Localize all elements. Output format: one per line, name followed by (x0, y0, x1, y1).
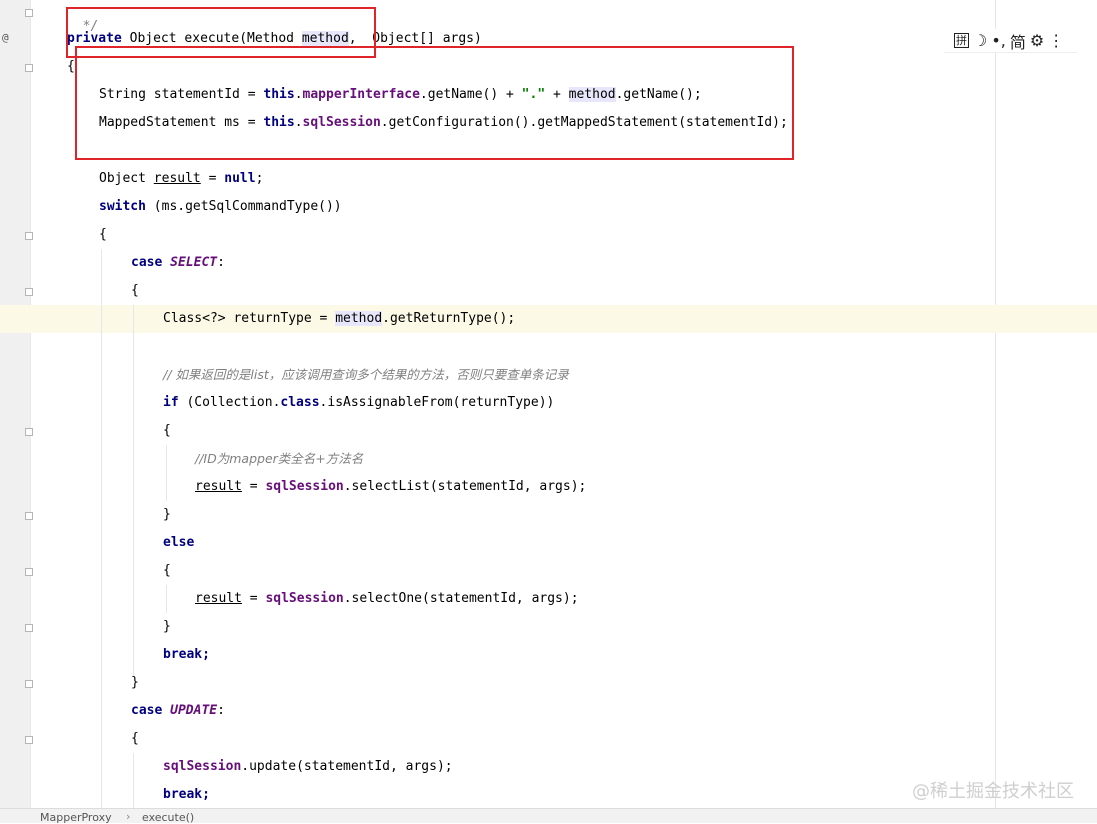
fold-marker-icon[interactable] (25, 232, 33, 240)
comment-line[interactable]: // 如果返回的是list，应该调用查询多个结果的方法，否则只要查单条记录 (163, 367, 569, 383)
field-sql-session: sqlSession (265, 591, 344, 606)
code-text: = (241, 591, 266, 606)
brace: { (131, 731, 139, 746)
fold-marker-icon[interactable] (25, 9, 33, 17)
keyword-case: case (131, 703, 163, 718)
break-line[interactable]: break; (163, 647, 210, 663)
select-one-line[interactable]: result = sqlSession.selectOne(statementI… (195, 591, 579, 607)
if-line[interactable]: if (Collection.class.isAssignableFrom(re… (163, 395, 554, 411)
keyword-class: class (280, 395, 320, 410)
fold-marker-icon[interactable] (25, 568, 33, 576)
code-text: = (200, 171, 225, 186)
keyword-case: case (131, 255, 163, 270)
indent-guide (101, 249, 102, 809)
code-line[interactable]: } (131, 675, 139, 691)
annotation-marker[interactable]: @ (2, 31, 9, 44)
fold-marker-icon[interactable] (25, 736, 33, 744)
fold-marker-icon[interactable] (25, 680, 33, 688)
return-type-line[interactable]: Class<?> returnType = method.getReturnTy… (163, 311, 515, 327)
keyword-else: else (163, 535, 195, 550)
brace: { (99, 227, 107, 242)
indent-guide (166, 445, 167, 501)
code-text: Object (99, 171, 154, 186)
code-text: .getReturnType(); (382, 311, 516, 326)
moon-icon[interactable]: ☽ (973, 31, 987, 50)
code-line[interactable]: { (163, 423, 171, 439)
field-sql-session: sqlSession (163, 759, 242, 774)
break-line[interactable]: break; (163, 787, 210, 803)
chevron-right-icon: › (126, 810, 131, 823)
code-text: Class<?> returnType = (163, 311, 336, 326)
brace: } (131, 675, 139, 690)
code-comment: //ID为mapper类全名+方法名 (195, 451, 364, 466)
code-line[interactable]: { (99, 227, 107, 243)
code-text: ; (255, 171, 264, 186)
fold-marker-icon[interactable] (25, 64, 33, 72)
code-line[interactable]: { (131, 731, 139, 747)
keyword-break: break; (163, 787, 210, 802)
gear-icon[interactable]: ⚙ (1030, 31, 1044, 50)
code-text: : (217, 703, 225, 718)
code-comment: // 如果返回的是list，应该调用查询多个结果的方法，否则只要查单条记录 (163, 367, 569, 382)
fold-marker-icon[interactable] (25, 428, 33, 436)
indent-guide (133, 305, 134, 677)
case-select-line[interactable]: case SELECT: (131, 255, 225, 271)
fold-marker-icon[interactable] (25, 288, 33, 296)
else-line[interactable]: else (163, 535, 194, 551)
code-line[interactable]: { (67, 59, 75, 75)
brace: { (163, 563, 171, 578)
enum-select: SELECT (170, 255, 218, 270)
breadcrumb-class[interactable]: MapperProxy (40, 811, 112, 824)
code-text: (ms.getSqlCommandType()) (145, 199, 342, 214)
breadcrumb-method[interactable]: execute() (142, 811, 194, 824)
code-text: : (217, 255, 225, 270)
punctuation-icon[interactable]: •, (991, 31, 1006, 50)
param-method: method (335, 311, 383, 326)
code-line[interactable]: } (163, 507, 171, 523)
brace: } (163, 507, 171, 522)
highlight-box-statements (75, 46, 794, 160)
fold-marker-icon[interactable] (25, 624, 33, 632)
watermark: @稀土掘金技术社区 (912, 781, 1074, 802)
breadcrumb-bar: MapperProxy › execute() (0, 808, 1097, 824)
code-line[interactable]: } (163, 619, 171, 635)
simplified-icon[interactable]: 简 (1010, 29, 1026, 53)
ime-toolbar: 拼 ☽ •, 简 ⚙ ⋮ (944, 29, 1077, 53)
brace: { (163, 423, 171, 438)
variable-result: result (195, 591, 242, 606)
code-text: (Collection. (178, 395, 281, 410)
code-text: .selectOne(statementId, args); (343, 591, 579, 606)
switch-line[interactable]: switch (ms.getSqlCommandType()) (99, 199, 342, 215)
keyword-if: if (163, 395, 179, 410)
pinyin-icon[interactable]: 拼 (954, 33, 969, 48)
case-update-line[interactable]: case UPDATE: (131, 703, 225, 719)
brace: } (163, 619, 171, 634)
more-icon[interactable]: ⋮ (1048, 31, 1064, 50)
fold-marker-icon[interactable] (25, 512, 33, 520)
comment-line[interactable]: //ID为mapper类全名+方法名 (195, 451, 363, 467)
variable-result: result (195, 479, 242, 494)
code-line[interactable]: { (163, 563, 171, 579)
field-sql-session: sqlSession (265, 479, 344, 494)
keyword-break: break; (163, 647, 210, 662)
update-call-line[interactable]: sqlSession.update(statementId, args); (163, 759, 453, 775)
variable-result: result (153, 171, 201, 186)
keyword-switch: switch (99, 199, 146, 214)
result-declaration-line[interactable]: Object result = null; (99, 171, 263, 187)
code-text: .update(statementId, args); (241, 759, 453, 774)
code-text: .isAssignableFrom(returnType)) (319, 395, 555, 410)
keyword-null: null (224, 171, 256, 186)
code-text: = (241, 479, 266, 494)
select-list-line[interactable]: result = sqlSession.selectList(statement… (195, 479, 586, 495)
right-margin-guide (995, 0, 996, 808)
code-line[interactable]: { (131, 283, 139, 299)
enum-update: UPDATE (170, 703, 218, 718)
brace: { (67, 59, 75, 74)
indent-guide (133, 753, 134, 809)
brace: { (131, 283, 139, 298)
code-text: .selectList(statementId, args); (343, 479, 587, 494)
indent-guide (166, 585, 167, 613)
